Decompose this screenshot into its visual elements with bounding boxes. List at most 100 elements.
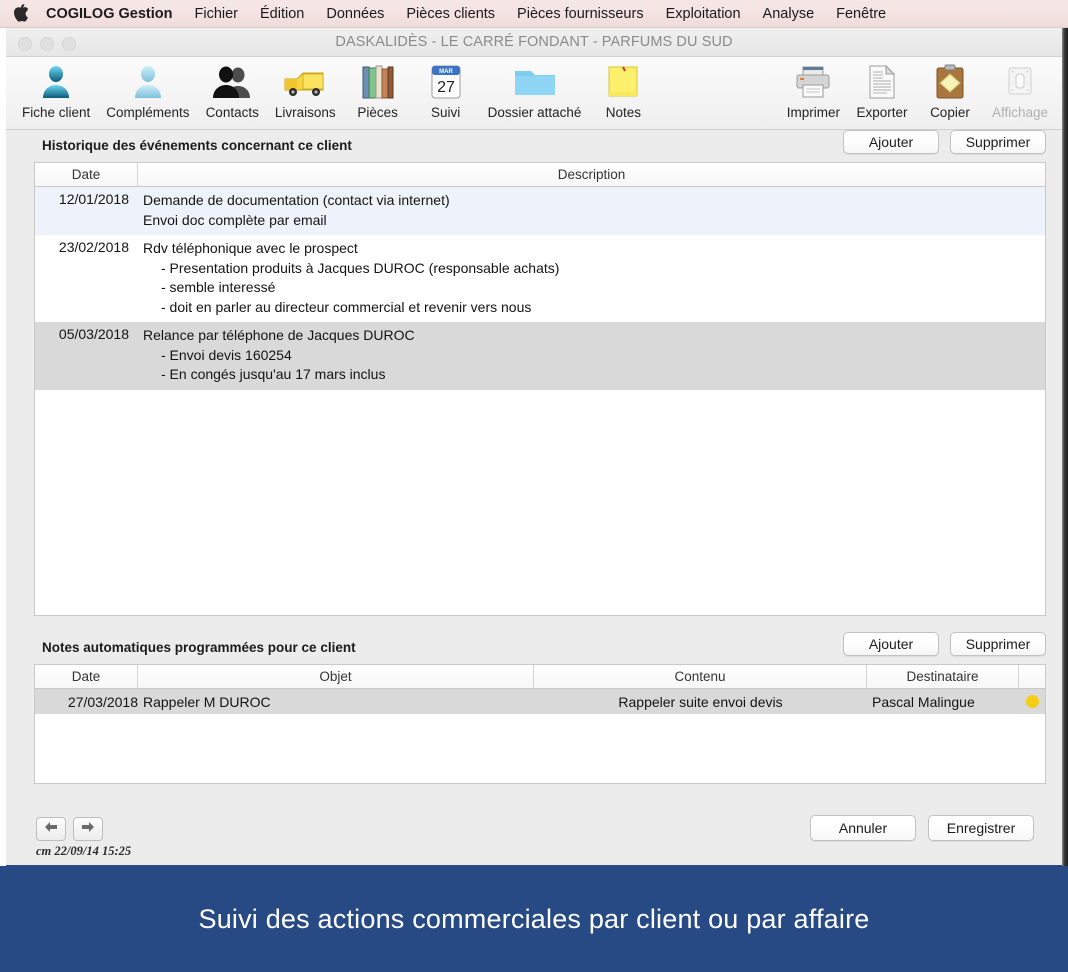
history-row-subline: - Presentation produits à Jacques DUROC … <box>161 259 560 276</box>
notes-button-row: Ajouter Supprimer <box>843 632 1046 656</box>
toolbar-button-contacts[interactable]: Contacts <box>198 61 267 120</box>
notes-delete-button[interactable]: Supprimer <box>950 632 1046 656</box>
zoom-button-icon[interactable] <box>62 37 76 51</box>
apple-logo-icon[interactable] <box>14 4 29 23</box>
application-window: DASKALIDÈS - LE CARRÉ FONDANT - PARFUMS … <box>6 28 1062 867</box>
folder-icon <box>513 61 557 103</box>
record-navigation <box>36 817 103 841</box>
caption-banner: Suivi des actions commerciales par clien… <box>0 866 1068 972</box>
history-row-line: Rdv téléphonique avec le prospect <box>143 240 358 256</box>
document-icon <box>867 61 897 103</box>
menu-item-app-name[interactable]: COGILOG Gestion <box>46 0 183 28</box>
toolbar-button-pieces[interactable]: Pièces <box>344 61 412 120</box>
books-icon <box>361 61 395 103</box>
toolbar-label: Dossier attaché <box>487 105 582 120</box>
menu-item-fichier[interactable]: Fichier <box>183 0 249 28</box>
window-footer: cm 22/09/14 15:25 Annuler Enregistrer <box>6 811 1062 867</box>
toolbar-button-affichage[interactable]: Affichage <box>984 61 1056 120</box>
mac-menu-bar: COGILOG Gestion Fichier Édition Données … <box>0 0 1068 28</box>
table-row[interactable]: 23/02/2018 Rdv téléphonique avec le pros… <box>35 235 1045 322</box>
history-row-date: 12/01/2018 <box>58 191 129 207</box>
toolbar-label: Pièces <box>357 105 398 120</box>
toolbar-label: Fiche client <box>22 105 91 120</box>
menu-item-analyse[interactable]: Analyse <box>752 0 826 28</box>
svg-text:MAR: MAR <box>439 69 453 75</box>
toolbar-label: Compléments <box>106 105 190 120</box>
history-section-header: Historique des événements concernant ce … <box>34 130 1046 164</box>
notes-row-flag[interactable] <box>1019 695 1045 708</box>
toolbar-button-copier[interactable]: Copier <box>916 61 984 120</box>
notes-section-header: Notes automatiques programmées pour ce c… <box>34 632 1046 666</box>
history-row-subline: - semble interessé <box>161 279 276 295</box>
menu-item-donnees[interactable]: Données <box>315 0 395 28</box>
table-row[interactable]: 05/03/2018 Relance par téléphone de Jacq… <box>35 322 1045 390</box>
history-row-date: 23/02/2018 <box>58 239 129 255</box>
next-record-button[interactable] <box>73 817 103 841</box>
history-row-line: Demande de documentation (contact via in… <box>143 192 450 208</box>
toolbar-button-dossier-attache[interactable]: Dossier attaché <box>480 61 590 120</box>
notes-col-date[interactable]: Date <box>35 665 138 688</box>
previous-record-button[interactable] <box>36 817 66 841</box>
history-row-date: 05/03/2018 <box>58 326 129 342</box>
calendar-27-icon: MAR 27 <box>429 61 463 103</box>
table-row[interactable]: 12/01/2018 Demande de documentation (con… <box>35 187 1045 235</box>
save-button[interactable]: Enregistrer <box>928 815 1034 841</box>
history-row-line: Relance par téléphone de Jacques DUROC <box>143 327 415 343</box>
window-title: DASKALIDÈS - LE CARRÉ FONDANT - PARFUMS … <box>335 34 733 50</box>
toolbar-label: Copier <box>930 105 970 120</box>
record-stamp: cm 22/09/14 15:25 <box>36 844 132 858</box>
toolbar-button-complements[interactable]: Compléments <box>98 61 197 120</box>
menu-item-exploitation[interactable]: Exploitation <box>655 0 752 28</box>
footer-button-row: Annuler Enregistrer <box>810 815 1034 841</box>
history-row-subline: Envoi doc complète par email <box>143 211 327 228</box>
history-row-description: Relance par téléphone de Jacques DUROC -… <box>138 322 1045 390</box>
menu-item-pieces-fournisseurs[interactable]: Pièces fournisseurs <box>506 0 655 28</box>
menu-item-edition[interactable]: Édition <box>249 0 315 28</box>
history-row-description: Demande de documentation (contact via in… <box>138 187 1045 235</box>
toolbar-label: Exporter <box>856 105 908 120</box>
person-icon <box>40 61 72 103</box>
toolbar-button-fiche-client[interactable]: Fiche client <box>14 61 98 120</box>
menu-item-fenetre[interactable]: Fenêtre <box>825 0 897 28</box>
history-title: Historique des événements concernant ce … <box>42 138 352 153</box>
toolbar-label: Livraisons <box>274 105 336 120</box>
toolbar-label: Notes <box>605 105 642 120</box>
history-row-subline: - En congés jusqu'au 17 mars inclus <box>161 366 386 382</box>
table-row[interactable]: 27/03/2018 Rappeler M DUROC Rappeler sui… <box>35 689 1045 714</box>
history-delete-button[interactable]: Supprimer <box>950 130 1046 154</box>
menu-item-pieces-clients[interactable]: Pièces clients <box>395 0 506 28</box>
notes-col-objet[interactable]: Objet <box>138 665 534 688</box>
svg-text:27: 27 <box>437 79 455 96</box>
history-row-subline: - doit en parler au directeur commercial… <box>161 298 532 315</box>
toolbar-button-livraisons[interactable]: Livraisons <box>267 61 344 120</box>
toolbar-left-group: Fiche client Compléments Contacts Livrai… <box>14 61 657 120</box>
notes-add-button[interactable]: Ajouter <box>843 632 939 656</box>
toolbar-button-exporter[interactable]: Exporter <box>848 61 916 120</box>
notes-col-contenu[interactable]: Contenu <box>534 665 867 688</box>
arrow-left-icon <box>44 820 58 838</box>
notes-col-flag[interactable] <box>1019 665 1045 688</box>
app-root: COGILOG Gestion Fichier Édition Données … <box>0 0 1068 972</box>
toolbar: Fiche client Compléments Contacts Livrai… <box>6 57 1062 130</box>
toolbar-button-imprimer[interactable]: Imprimer <box>779 61 848 120</box>
notes-col-destinataire[interactable]: Destinataire <box>867 665 1019 688</box>
toolbar-button-suivi[interactable]: MAR 27 Suivi <box>412 61 480 120</box>
sticky-note-icon <box>606 61 640 103</box>
cancel-button[interactable]: Annuler <box>810 815 916 841</box>
history-row-description: Rdv téléphonique avec le prospect - Pres… <box>138 235 1045 322</box>
close-button-icon[interactable] <box>18 37 32 51</box>
minimize-button-icon[interactable] <box>40 37 54 51</box>
history-table[interactable]: Date Description 12/01/2018 Demande de d… <box>34 162 1046 616</box>
history-col-date[interactable]: Date <box>35 163 138 186</box>
two-people-icon <box>213 61 251 103</box>
toolbar-button-notes[interactable]: Notes <box>589 61 657 120</box>
history-row-subline: - Envoi devis 160254 <box>161 346 292 363</box>
history-button-row: Ajouter Supprimer <box>843 130 1046 154</box>
notes-table[interactable]: Date Objet Contenu Destinataire 27/03/20… <box>34 664 1046 784</box>
display-switch-icon <box>1005 61 1035 103</box>
notes-title: Notes automatiques programmées pour ce c… <box>42 640 356 655</box>
history-add-button[interactable]: Ajouter <box>843 130 939 154</box>
window-title-bar: DASKALIDÈS - LE CARRÉ FONDANT - PARFUMS … <box>6 28 1062 57</box>
history-col-description[interactable]: Description <box>138 163 1045 186</box>
person-light-icon <box>132 61 164 103</box>
